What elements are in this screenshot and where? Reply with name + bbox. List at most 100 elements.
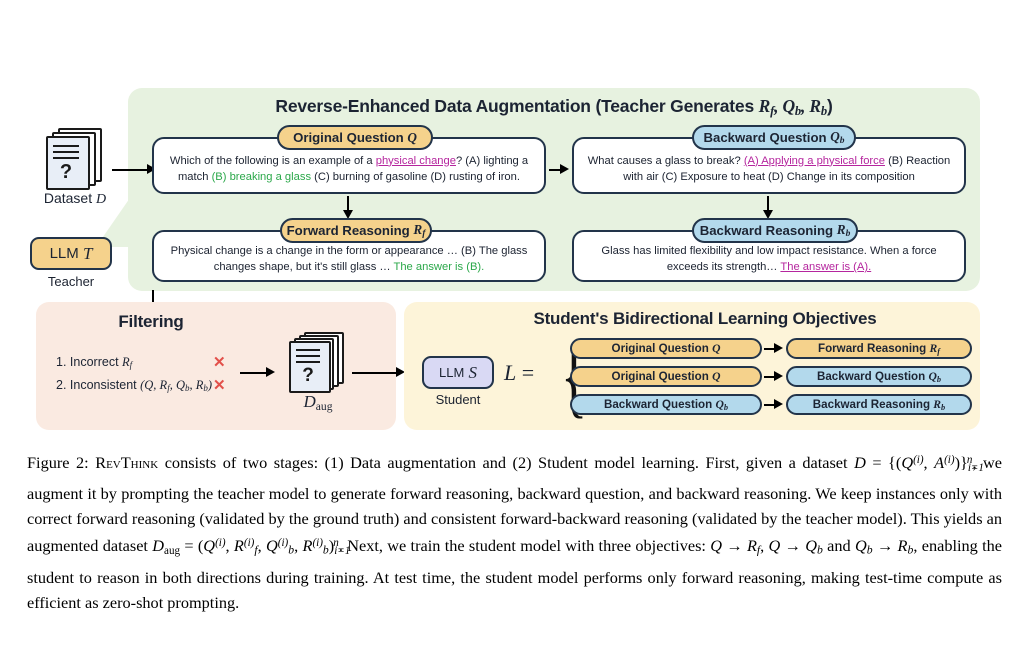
dataset-line-1 (53, 145, 79, 148)
daug-symbol: D (303, 392, 316, 411)
dataset-label: Dataset D (22, 190, 128, 208)
fr-seg-1: The answer is (B). (393, 261, 485, 273)
dataset-symbol: D (96, 192, 107, 207)
forward-reasoning-pill-symbol: Rf (413, 221, 426, 240)
daug-line-2 (296, 355, 320, 358)
arrow-oq-to-bq-head (560, 164, 569, 174)
bq-seg-0: What causes a glass to break? (587, 154, 744, 167)
objective-row-3-source: Backward Question Qb (570, 394, 762, 415)
dataset-line-2 (53, 151, 79, 154)
loss-symbol: L (504, 360, 517, 385)
arrow-dataset-to-question-line (112, 169, 148, 172)
llm-teacher-label: LLM (49, 245, 79, 262)
augmentation-title-close: ) (826, 96, 833, 116)
caption-math-rb: R(i)b (302, 536, 329, 557)
filtering-item-1-label: Incorrect (69, 355, 123, 369)
filtering-item-2: 2. Inconsistent (Q, Rf, Qb, Rb) (56, 378, 212, 393)
objective-row-3-target: Backward Reasoning Rb (786, 394, 972, 415)
arrow-obj-1-head (774, 343, 783, 353)
backward-reasoning-pill: Backward Reasoning Rb (692, 218, 858, 243)
oq-seg-0: Which of the following is an example of … (169, 154, 376, 167)
caption-math-q2: Q(i) (203, 536, 226, 556)
filtering-item-2-math: (Q, Rf, Qb, Rb) (140, 378, 213, 393)
br-seg-0: Glass has limited flexibility and low im… (601, 245, 937, 273)
caption-body-p3: , (923, 452, 935, 472)
caption-prefix: Figure 2: (27, 452, 96, 472)
backward-question-pill: Backward Question Qb (692, 125, 856, 150)
oq-seg-1: physical change (375, 154, 456, 167)
obj-1-tgt-symbol: Rf (929, 341, 940, 356)
original-question-pill: Original Question Q (277, 125, 433, 150)
filtering-item-2-label: Inconsistent (69, 378, 141, 392)
forward-reasoning-pill-label: Forward Reasoning (286, 223, 410, 238)
figure-page: Reverse-Enhanced Data Augmentation (Teac… (0, 0, 1024, 654)
dataset-question-mark: ? (59, 161, 73, 183)
objective-row-1-source: Original Question Q (570, 338, 762, 359)
llm-teacher-caption: Teacher (47, 274, 95, 289)
augmentation-title-math: Rf, Qb, Rb (758, 96, 828, 118)
oq-seg-3: (B) breaking a glass (211, 170, 312, 183)
caption-math-a: A(i) (934, 452, 955, 472)
llm-teacher-symbol: T (82, 243, 93, 263)
caption-body-p8: , (257, 536, 266, 556)
bq-seg-1: (A) Applying a physical force (743, 154, 885, 167)
llm-student-chip: LLM S (422, 356, 494, 389)
forward-reasoning-pill: Forward Reasoning Rf (280, 218, 432, 243)
filtering-item-1: 1. Incorrect Rf (56, 355, 132, 370)
daug-line-3 (296, 361, 320, 364)
oq-seg-4: (C) burning of gasoline (D) rusting of i… (311, 170, 520, 183)
augmented-dataset-icon: ? (288, 332, 348, 393)
caption-math-q: Q(i) (901, 452, 924, 472)
arrow-obj-3-head (774, 399, 783, 409)
loss-equals: = (521, 360, 535, 385)
obj-3-tgt-symbol: Rb (933, 397, 946, 412)
backward-question-text: What causes a glass to break? (A) Applyi… (584, 154, 954, 186)
arrow-obj-2-head (774, 371, 783, 381)
filtering-item-1-xmark: ✕ (213, 354, 226, 371)
filtering-item-1-math: Rf (122, 355, 133, 370)
forward-reasoning-text: Physical change is a change in the form … (164, 244, 534, 276)
dataset-line-3 (53, 157, 79, 160)
caption-obj-2: Q → Qb (768, 536, 823, 557)
caption-body-p2: = {( (865, 452, 902, 472)
augmentation-title-text: Reverse-Enhanced Data Augmentation (Teac… (275, 96, 759, 116)
objective-row-2-source: Original Question Q (570, 366, 762, 387)
backward-reasoning-pill-symbol: Rb (836, 221, 851, 240)
objectives-title: Student's Bidirectional Learning Objecti… (533, 309, 877, 328)
obj-3-src-label: Backward Question (603, 398, 713, 411)
obj-2-tgt-symbol: Qb (928, 369, 942, 384)
obj-1-src-label: Original Question (611, 342, 709, 355)
llm-student-label: LLM (439, 365, 465, 380)
backward-reasoning-pill-label: Backward Reasoning (699, 223, 834, 238)
original-question-text: Which of the following is an example of … (164, 154, 534, 186)
filtering-item-1-num: 1. (56, 355, 67, 369)
arrow-filter-to-daug-line (240, 372, 268, 375)
daug-subscript: aug (315, 400, 333, 414)
backward-question-pill-label: Backward Question (703, 130, 827, 145)
caption-body-p1: consists of two stages: (1) Data augment… (158, 452, 855, 472)
caption-obj-1: Q → Rf (710, 536, 761, 557)
augmentation-panel-title: Reverse-Enhanced Data Augmentation (Teac… (128, 96, 980, 119)
llm-teacher-chip: LLM T (30, 237, 112, 270)
caption-obj-3: Qb → Rb (855, 536, 914, 557)
caption-body-p6: = ( (180, 536, 204, 556)
arrow-filter-to-daug-head (266, 367, 275, 377)
dataset-icon: ? (44, 128, 106, 190)
caption-body-p11: . Next, we train the student model with … (338, 536, 711, 556)
filtering-item-2-num: 2. (56, 378, 67, 392)
llm-student-caption: Student (435, 392, 481, 407)
caption-math-d: D (854, 452, 866, 472)
daug-question-mark: ? (302, 365, 314, 386)
obj-1-tgt-label: Forward Reasoning (818, 342, 927, 355)
obj-3-tgt-label: Backward Reasoning (812, 398, 931, 411)
obj-3-src-symbol: Qb (715, 397, 729, 412)
caption-body-p12: , (760, 536, 769, 556)
filtering-item-2-xmark: ✕ (213, 377, 226, 394)
caption-body-p13: and (822, 536, 855, 556)
caption-math-qb: Q(i)b (266, 536, 295, 557)
loss-equation: L = (504, 360, 534, 386)
obj-2-src-symbol: Q (712, 370, 721, 383)
caption-math-rf: R(i)f (233, 536, 258, 557)
caption-math-daug: Daug (152, 536, 181, 558)
caption-method-name: RevThink (95, 452, 159, 472)
